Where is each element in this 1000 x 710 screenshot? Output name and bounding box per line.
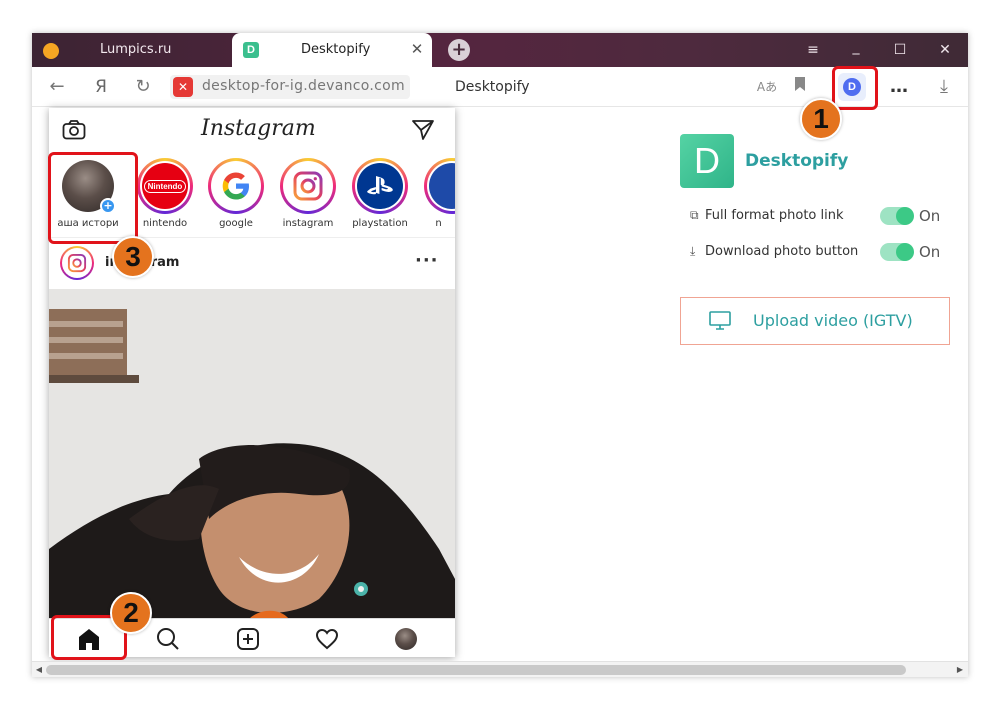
post-header: instagram ··· xyxy=(49,239,455,287)
bookmark-icon[interactable] xyxy=(788,75,812,99)
heart-icon[interactable] xyxy=(314,626,340,652)
download-icon: ⤓ xyxy=(690,244,696,258)
scrollbar-thumb[interactable] xyxy=(46,665,906,675)
reload-icon[interactable]: ↻ xyxy=(131,75,155,99)
setting-label: Download photo button xyxy=(705,244,859,259)
story-instagram[interactable]: instagram xyxy=(272,158,344,236)
story-partial[interactable]: n xyxy=(416,158,455,236)
tab-lumpics[interactable]: Lumpics.ru xyxy=(32,33,230,67)
direct-message-icon[interactable] xyxy=(412,120,434,140)
scroll-left-icon[interactable]: ◀ xyxy=(33,664,45,676)
scroll-right-icon[interactable]: ▶ xyxy=(954,664,966,676)
highlight-extension-button xyxy=(832,66,878,110)
translate-icon[interactable]: Aあ xyxy=(755,75,779,99)
new-post-icon[interactable] xyxy=(235,626,261,652)
story-nintendo[interactable]: Nintendo nintendo xyxy=(129,158,201,236)
story-name: google xyxy=(219,218,253,229)
step-badge-3: 3 xyxy=(112,236,154,278)
page-title: Desktopify xyxy=(455,79,530,95)
story-ring xyxy=(352,158,408,214)
nintendo-logo-text: Nintendo xyxy=(143,179,187,193)
story-name: n xyxy=(435,218,442,229)
monitor-icon xyxy=(709,311,731,330)
download-icon[interactable]: ⤓ xyxy=(932,75,956,99)
tab-label: Lumpics.ru xyxy=(100,42,172,57)
menu-icon[interactable]: ≡ xyxy=(802,39,824,61)
url-text: desktop-for-ig.devanco.com xyxy=(202,78,405,94)
toggle-knob xyxy=(896,243,914,261)
external-link-icon: ⧉ xyxy=(690,208,699,222)
minimize-icon[interactable]: _ xyxy=(845,36,867,58)
app-name: Desktopify xyxy=(745,151,849,171)
full-format-toggle[interactable] xyxy=(880,207,914,225)
setting-download-button: ⤓ Download photo button On xyxy=(690,242,952,264)
search-icon[interactable] xyxy=(155,626,181,652)
instagram-logo-icon xyxy=(285,163,331,209)
instagram-header: Instagram xyxy=(49,108,455,152)
story-ring xyxy=(424,158,455,214)
post-more-icon[interactable]: ··· xyxy=(415,250,439,271)
toggle-state: On xyxy=(919,243,941,261)
toggle-knob xyxy=(896,207,914,225)
playstation-logo-icon xyxy=(357,163,403,209)
story-google[interactable]: google xyxy=(200,158,272,236)
close-tab-icon[interactable]: ✕ xyxy=(408,40,426,58)
tab-bar: Lumpics.ru D Desktopify ✕ + ≡ _ ☐ ✕ xyxy=(32,33,968,67)
upload-video-label: Upload video (IGTV) xyxy=(753,311,913,330)
post-author-avatar[interactable] xyxy=(60,246,94,280)
step-badge-2: 2 xyxy=(110,592,152,634)
setting-full-format-link: ⧉ Full format photo link On xyxy=(690,206,952,228)
tab-desktopify[interactable]: D Desktopify ✕ xyxy=(232,33,432,67)
desktopify-panel: D Desktopify ⧉ Full format photo link On… xyxy=(680,134,952,354)
nintendo-logo: Nintendo xyxy=(142,163,188,209)
google-logo-icon xyxy=(213,163,259,209)
more-icon[interactable]: … xyxy=(887,75,911,99)
page-viewport: Instagram + аша истори Nintendo nintendo xyxy=(32,108,968,663)
story-playstation[interactable]: playstation xyxy=(344,158,416,236)
setting-label: Full format photo link xyxy=(705,208,844,223)
upload-video-button[interactable]: Upload video (IGTV) xyxy=(680,297,950,345)
url-field[interactable]: ✕ desktop-for-ig.devanco.com xyxy=(170,75,410,99)
instagram-logo: Instagram xyxy=(201,116,316,141)
horizontal-scrollbar[interactable]: ◀ ▶ xyxy=(32,661,968,677)
post-photo[interactable] xyxy=(49,289,455,619)
maximize-icon[interactable]: ☐ xyxy=(889,39,911,61)
step-badge-1: 1 xyxy=(800,98,842,140)
back-arrow-icon[interactable]: ← xyxy=(45,75,69,99)
tab-label: Desktopify xyxy=(301,42,371,57)
profile-avatar[interactable] xyxy=(395,628,417,650)
story-ring xyxy=(280,158,336,214)
highlight-your-story xyxy=(48,152,138,244)
camera-icon[interactable] xyxy=(62,120,86,140)
post-photo-illustration xyxy=(49,289,455,619)
instagram-avatar-icon xyxy=(67,253,87,273)
new-tab-button[interactable]: + xyxy=(448,39,470,61)
story-ring xyxy=(208,158,264,214)
desktopify-favicon-icon: D xyxy=(243,42,259,58)
lumpics-favicon-icon xyxy=(43,43,59,59)
close-window-icon[interactable]: ✕ xyxy=(934,39,956,61)
story-ring: Nintendo xyxy=(137,158,193,214)
download-toggle[interactable] xyxy=(880,243,914,261)
yandex-icon[interactable]: Я xyxy=(89,75,113,99)
story-name: instagram xyxy=(282,218,334,229)
insecure-lock-icon: ✕ xyxy=(173,77,193,97)
partial-story-logo xyxy=(429,163,455,209)
toggle-state: On xyxy=(919,207,941,225)
story-name: playstation xyxy=(352,218,408,229)
desktopify-logo: D xyxy=(680,134,734,188)
story-name: nintendo xyxy=(142,218,188,229)
